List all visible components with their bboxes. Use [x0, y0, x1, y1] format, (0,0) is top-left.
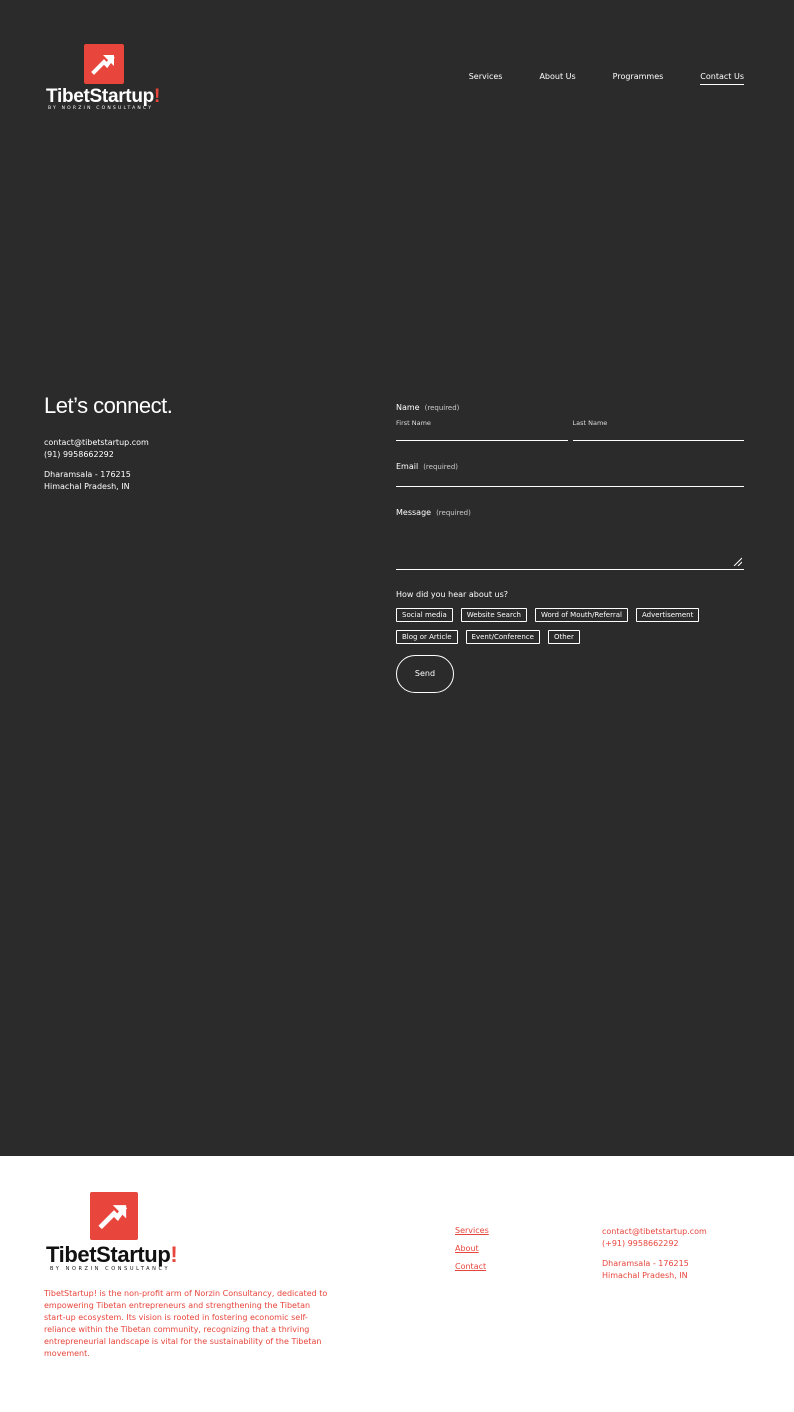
logo-tagline: BY NORZIN CONSULTANCY: [48, 106, 154, 111]
first-name-label: First Name: [396, 419, 431, 427]
address-line-2: Himachal Pradesh, IN: [44, 482, 130, 491]
first-name-field[interactable]: [396, 427, 568, 441]
footer-link-contact[interactable]: Contact: [455, 1262, 489, 1271]
nav-about-us[interactable]: About Us: [539, 72, 575, 85]
footer-link-services[interactable]: Services: [455, 1226, 489, 1235]
site-footer: TibetStartup! BY NORZIN CONSULTANCY Tibe…: [0, 1156, 794, 1412]
option-event-conference[interactable]: Event/Conference: [465, 630, 540, 644]
footer-address-line-1: Dharamsala - 176215: [602, 1259, 689, 1268]
name-label: Name: [396, 403, 420, 412]
last-name-field[interactable]: [572, 427, 744, 441]
required-note: (required): [436, 509, 471, 517]
referral-question: How did you hear about us?: [396, 590, 508, 599]
option-word-of-mouth[interactable]: Word of Mouth/Referral: [534, 608, 628, 622]
logo-wordmark: TibetStartup!: [46, 86, 160, 107]
site-header: TibetStartup! BY NORZIN CONSULTANCY Serv…: [0, 0, 794, 140]
logo-wordmark: TibetStartup!: [46, 1242, 178, 1267]
site-logo[interactable]: TibetStartup! BY NORZIN CONSULTANCY: [46, 44, 164, 114]
message-label: Message: [396, 508, 432, 517]
required-note: (required): [424, 404, 460, 412]
option-website-search[interactable]: Website Search: [460, 608, 527, 622]
footer-address-line-2: Himachal Pradesh, IN: [602, 1271, 688, 1280]
footer-logo[interactable]: TibetStartup! BY NORZIN CONSULTANCY: [46, 1192, 186, 1274]
send-button[interactable]: Send: [396, 655, 454, 693]
logo-tagline: BY NORZIN CONSULTANCY: [50, 1266, 171, 1272]
footer-description: TibetStartup! is the non-profit arm of N…: [44, 1289, 328, 1358]
option-social-media[interactable]: Social media: [396, 608, 453, 622]
footer-email-link[interactable]: contact@tibetstartup.com: [602, 1226, 707, 1238]
main-nav: Services About Us Programmes Contact Us: [469, 72, 744, 85]
nav-programmes[interactable]: Programmes: [613, 72, 664, 85]
footer-phone: (+91) 9958662292: [602, 1239, 679, 1248]
email-field[interactable]: [396, 473, 744, 487]
option-other[interactable]: Other: [547, 630, 580, 644]
footer-links: Services About Contact: [455, 1226, 489, 1280]
nav-contact-us[interactable]: Contact Us: [700, 72, 744, 85]
option-blog-article[interactable]: Blog or Article: [396, 630, 458, 644]
required-note: (required): [423, 463, 458, 471]
resize-handle-icon[interactable]: [732, 556, 742, 566]
last-name-label: Last Name: [572, 419, 608, 427]
page-title: Let’s connect.: [44, 393, 173, 418]
email-label: Email: [396, 462, 419, 471]
footer-contact: contact@tibetstartup.com (+91) 995866229…: [602, 1226, 707, 1282]
nav-services[interactable]: Services: [469, 72, 503, 85]
referral-options: Social media Website Search Word of Mout…: [396, 608, 726, 644]
arrow-up-right-icon: [84, 44, 124, 84]
address-line-1: Dharamsala - 176215: [44, 470, 131, 479]
contact-phone: (91) 9958662292: [44, 450, 114, 459]
contact-info: Let’s connect. contact@tibetstartup.com …: [44, 393, 344, 493]
option-advertisement[interactable]: Advertisement: [635, 608, 700, 622]
contact-email-link[interactable]: contact@tibetstartup.com: [44, 437, 344, 449]
footer-link-about[interactable]: About: [455, 1244, 489, 1253]
contact-form: Name (required) First Name Last Name Emai…: [396, 395, 744, 693]
arrow-up-right-icon: [90, 1192, 138, 1240]
message-field[interactable]: [396, 525, 744, 570]
